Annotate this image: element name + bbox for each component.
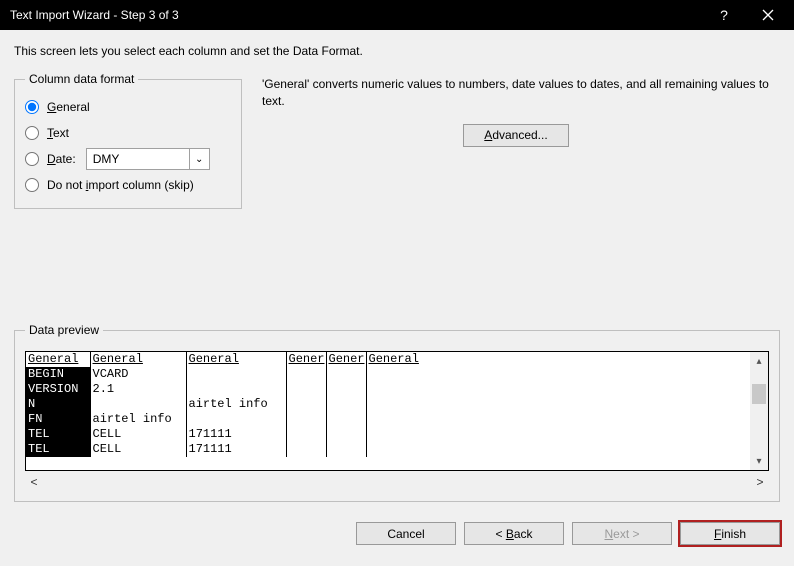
preview-header[interactable]: General [26, 352, 90, 367]
preview-cell [366, 412, 750, 427]
date-format-select[interactable]: DMY ⌄ [86, 148, 210, 170]
scroll-up-icon: ▴ [750, 352, 768, 370]
next-button: Next > [572, 522, 672, 545]
preview-cell [90, 397, 186, 412]
preview-cell [366, 442, 750, 457]
chevron-down-icon: ⌄ [189, 149, 209, 169]
preview-cell [186, 367, 286, 382]
preview-cell: CELL [90, 427, 186, 442]
label-general[interactable]: General [47, 100, 90, 114]
preview-cell [326, 427, 366, 442]
scroll-left-icon: < [25, 475, 43, 489]
label-skip[interactable]: Do not import column (skip) [47, 178, 194, 192]
help-button[interactable]: ? [702, 0, 746, 30]
column-format-legend: Column data format [25, 72, 138, 86]
radio-date[interactable] [25, 152, 39, 166]
preview-cell: VCARD [90, 367, 186, 382]
radio-general[interactable] [25, 100, 39, 114]
preview-cell [326, 397, 366, 412]
preview-cell: BEGIN [26, 367, 90, 382]
vertical-scrollbar[interactable]: ▴ ▾ [750, 352, 768, 470]
preview-cell [286, 382, 326, 397]
back-button[interactable]: < Back [464, 522, 564, 545]
preview-cell [286, 397, 326, 412]
preview-box: GeneralGeneralGeneralGenerGenerGeneralBE… [25, 351, 769, 471]
preview-cell: VERSION [26, 382, 90, 397]
preview-cell [366, 367, 750, 382]
preview-legend: Data preview [25, 323, 103, 337]
preview-cell [326, 382, 366, 397]
label-text[interactable]: Text [47, 126, 69, 140]
preview-cell [366, 427, 750, 442]
scroll-thumb[interactable] [752, 384, 766, 404]
scroll-down-icon: ▾ [750, 452, 768, 470]
preview-cell: TEL [26, 442, 90, 457]
radio-skip[interactable] [25, 178, 39, 192]
horizontal-scrollbar[interactable]: < > [25, 473, 769, 491]
preview-cell: 171111 [186, 442, 286, 457]
close-icon [762, 9, 774, 21]
preview-cell [326, 367, 366, 382]
label-date[interactable]: Date: [47, 152, 76, 166]
wizard-button-row: Cancel < Back Next > Finish [0, 512, 794, 555]
preview-header[interactable]: General [90, 352, 186, 367]
preview-cell [286, 367, 326, 382]
radio-text[interactable] [25, 126, 39, 140]
preview-cell [366, 382, 750, 397]
preview-cell: 171111 [186, 427, 286, 442]
close-button[interactable] [746, 0, 790, 30]
preview-header[interactable]: General [186, 352, 286, 367]
preview-cell: FN [26, 412, 90, 427]
preview-cell [186, 412, 286, 427]
finish-button[interactable]: Finish [680, 522, 780, 545]
preview-cell [286, 427, 326, 442]
preview-cell: 2.1 [90, 382, 186, 397]
preview-header[interactable]: Gener [286, 352, 326, 367]
preview-header[interactable]: General [366, 352, 750, 367]
preview-cell: N [26, 397, 90, 412]
instruction-text: This screen lets you select each column … [14, 44, 780, 58]
preview-cell [286, 412, 326, 427]
titlebar: Text Import Wizard - Step 3 of 3 ? [0, 0, 794, 30]
data-preview-group: Data preview GeneralGeneralGeneralGenerG… [14, 323, 780, 502]
date-format-value: DMY [93, 152, 120, 166]
preview-cell [366, 397, 750, 412]
window-title: Text Import Wizard - Step 3 of 3 [10, 8, 702, 22]
cancel-button[interactable]: Cancel [356, 522, 456, 545]
advanced-button[interactable]: Advanced... [463, 124, 568, 147]
preview-cell: airtel info [90, 412, 186, 427]
column-data-format-group: Column data format General Text Date: DM… [14, 72, 242, 209]
preview-cell [326, 442, 366, 457]
preview-cell [286, 442, 326, 457]
scroll-right-icon: > [751, 475, 769, 489]
preview-cell [326, 412, 366, 427]
preview-cell: airtel info [186, 397, 286, 412]
preview-cell [186, 382, 286, 397]
preview-cell: TEL [26, 427, 90, 442]
preview-cell: CELL [90, 442, 186, 457]
preview-header[interactable]: Gener [326, 352, 366, 367]
general-hint-text: 'General' converts numeric values to num… [262, 76, 770, 110]
preview-table: GeneralGeneralGeneralGenerGenerGeneralBE… [26, 352, 750, 457]
